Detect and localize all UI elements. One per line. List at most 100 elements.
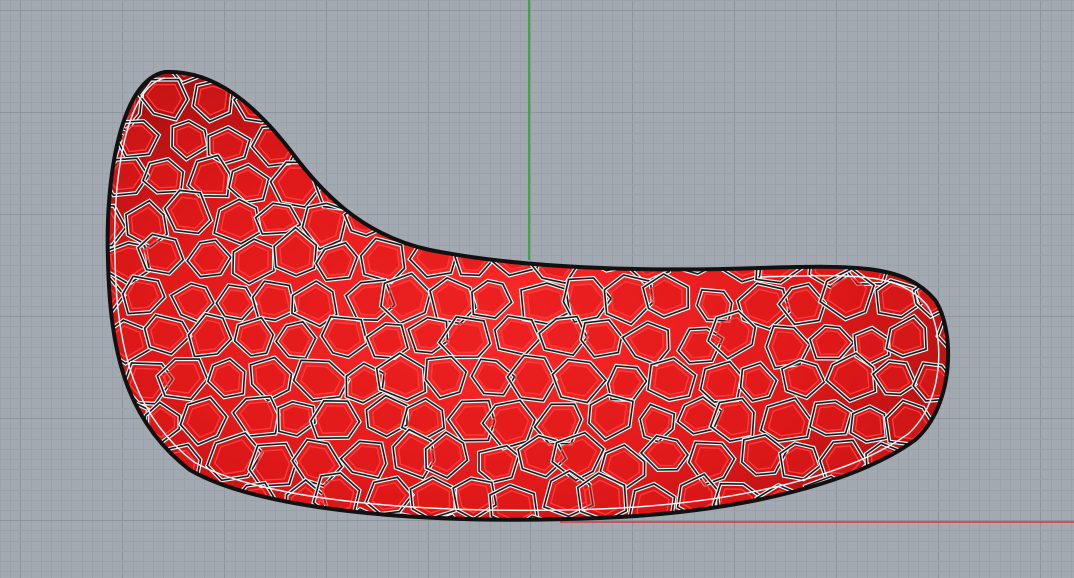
voronoi-cell-frame — [934, 158, 949, 202]
voronoi-cell-opening — [581, 165, 615, 198]
voronoi-cell-frame — [840, 564, 888, 578]
voronoi-cell-frame — [179, 481, 239, 520]
voronoi-cell-opening — [171, 523, 200, 552]
voronoi-cell-opening — [991, 324, 1017, 350]
voronoi-cell-edge — [1025, 161, 1071, 211]
voronoi-cell-edge — [107, 434, 123, 478]
voronoi-cell-edge — [643, 115, 685, 159]
voronoi-cell-opening — [903, 488, 935, 518]
voronoi-cell-opening — [968, 529, 1004, 559]
voronoi-cell-opening — [828, 122, 865, 155]
voronoi-cell-opening — [918, 530, 945, 555]
voronoi-cell-edge — [410, 81, 462, 127]
voronoi-cell-frame — [642, 113, 686, 160]
voronoi-cell-edge — [627, 77, 667, 119]
voronoi-cell-opening — [722, 162, 757, 197]
voronoi-cell-edge — [579, 76, 629, 119]
voronoi-cell-frame — [869, 516, 919, 520]
voronoi-cell-edge — [539, 84, 585, 124]
voronoi-cell-edge — [971, 482, 1020, 526]
voronoi-cell-frame — [270, 73, 317, 121]
voronoi-cell-opening — [768, 559, 803, 578]
voronoi-cell-edge — [107, 398, 149, 445]
voronoi-cell-opening — [254, 448, 291, 481]
voronoi-cell-opening — [143, 481, 175, 512]
voronoi-cell-opening — [1002, 50, 1035, 82]
voronoi-cell-opening — [872, 209, 905, 241]
voronoi-cell-opening — [707, 206, 739, 236]
voronoi-cell-frame — [673, 76, 724, 114]
voronoi-cell-opening — [1013, 448, 1042, 473]
voronoi-cell-frame — [819, 71, 875, 85]
voronoi-cell-opening — [107, 71, 118, 77]
voronoi-cell-opening — [1024, 403, 1053, 435]
voronoi-cell-edge — [392, 199, 434, 245]
voronoi-cell-opening — [878, 525, 910, 559]
voronoi-cell-frame — [391, 198, 435, 247]
voronoi-cell-opening — [900, 560, 934, 578]
voronoi-cell-edge — [761, 553, 809, 578]
voronoi-cell-frame — [574, 158, 622, 205]
voronoi-cell-edge — [107, 356, 121, 396]
voronoi-cell-frame — [1002, 354, 1051, 401]
voronoi-shell-model[interactable] — [0, 0, 1074, 578]
voronoi-cell-opening — [205, 71, 244, 80]
voronoi-cell-edge — [296, 522, 338, 557]
voronoi-cell-opening — [988, 169, 1019, 196]
voronoi-cell-opening — [920, 445, 949, 482]
voronoi-cell-opening — [493, 161, 533, 189]
voronoi-cell-edge — [640, 193, 692, 240]
voronoi-cell-opening — [1037, 484, 1069, 509]
voronoi-cell-frame — [680, 567, 719, 578]
voronoi-cell-opening — [616, 533, 647, 561]
voronoi-cell-edge — [912, 196, 949, 240]
voronoi-cell-edge — [915, 120, 949, 156]
voronoi-cell-edge — [1022, 325, 1065, 366]
voronoi-cell-frame — [970, 559, 1019, 578]
voronoi-cell-opening — [631, 572, 659, 578]
voronoi-cell-opening — [378, 570, 410, 578]
voronoi-cell-edge — [1018, 397, 1059, 442]
voronoi-cell-opening — [681, 82, 716, 109]
voronoi-cell-opening — [466, 564, 494, 578]
voronoi-cell-frame — [807, 161, 850, 202]
voronoi-cell-frame — [471, 71, 520, 87]
voronoi-cell-opening — [608, 204, 643, 235]
voronoi-cell-edge — [359, 79, 398, 117]
voronoi-cell-frame — [537, 83, 586, 126]
voronoi-cell-edge — [822, 514, 862, 520]
voronoi-cell-frame — [997, 198, 1044, 239]
voronoi-cell-edge — [424, 514, 470, 520]
rhino-perspective-viewport[interactable] — [0, 0, 1074, 578]
voronoi-cell-edge — [781, 71, 820, 85]
voronoi-cell-edge — [316, 71, 368, 118]
voronoi-cell-edge — [291, 71, 341, 89]
voronoi-cell-edge — [654, 71, 699, 78]
voronoi-cell-edge — [1004, 522, 1043, 563]
voronoi-cell-opening — [243, 569, 273, 578]
voronoi-cell-edge — [856, 160, 899, 200]
voronoi-cell-edge — [373, 564, 417, 578]
voronoi-cell-frame — [497, 567, 545, 578]
voronoi-cell-frame — [986, 319, 1022, 355]
voronoi-cell-edge — [422, 116, 472, 160]
voronoi-cell-edge — [903, 71, 949, 85]
voronoi-cell-frame — [382, 71, 434, 79]
voronoi-cell-opening — [816, 89, 845, 117]
voronoi-cell-edge — [521, 194, 568, 239]
voronoi-cell-edge — [772, 199, 825, 244]
voronoi-cell-frame — [442, 165, 491, 210]
voronoi-cell-edge — [867, 114, 912, 160]
voronoi-cell-frame — [533, 558, 580, 578]
voronoi-cell-frame — [601, 197, 652, 242]
voronoi-cell-frame — [733, 71, 795, 83]
voronoi-cell-edge — [808, 162, 848, 201]
voronoi-cell-edge — [163, 516, 206, 520]
voronoi-cell-edge — [315, 561, 360, 578]
voronoi-cell-frame — [1018, 397, 1059, 442]
voronoi-cell-edge — [102, 567, 147, 578]
voronoi-cell-edge — [340, 71, 386, 79]
voronoi-cell-frame — [649, 518, 691, 520]
voronoi-cell-opening — [968, 203, 1004, 232]
voronoi-cell-edge — [962, 437, 1009, 478]
